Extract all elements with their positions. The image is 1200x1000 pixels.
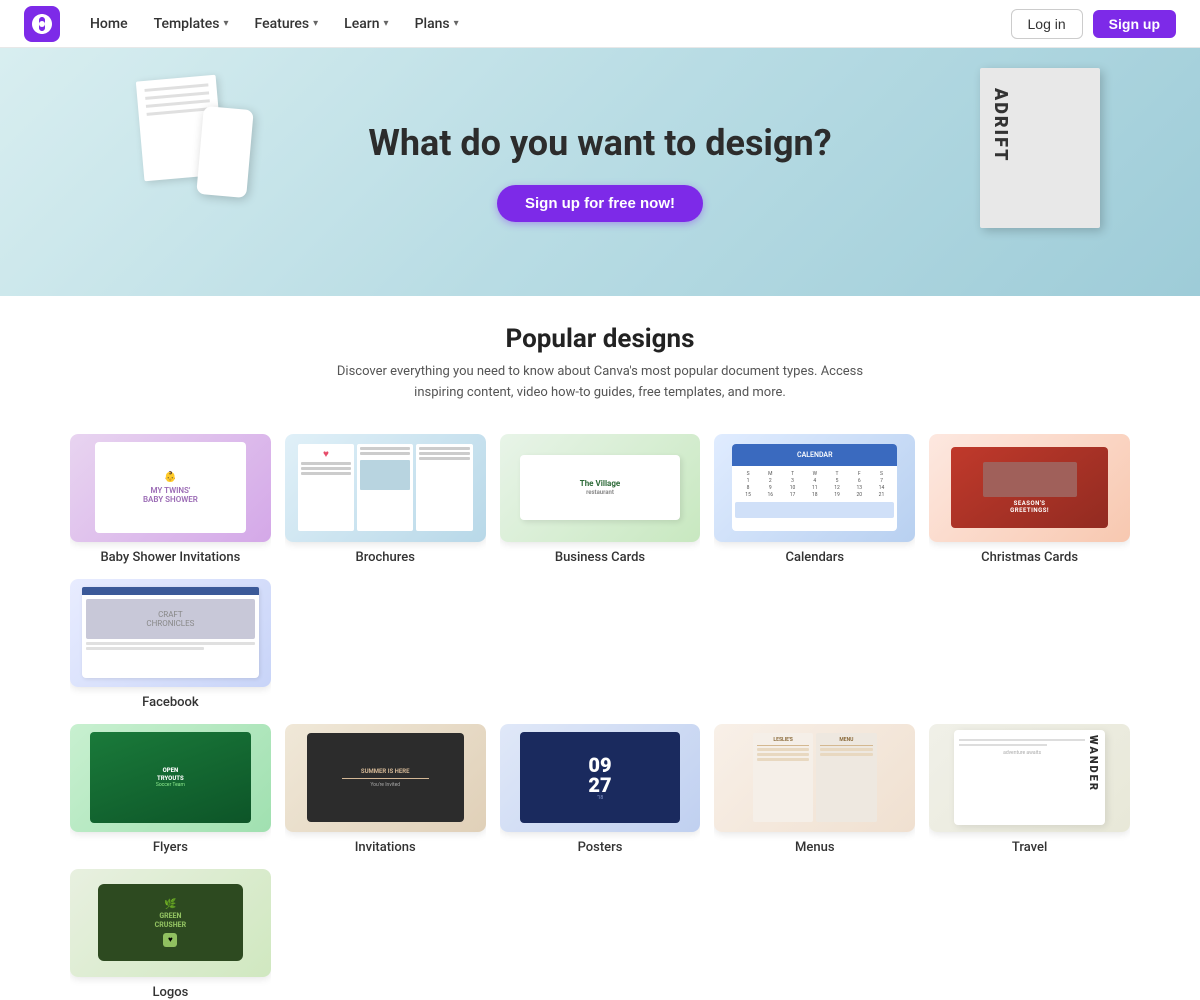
signup-button[interactable]: Sign up: [1093, 10, 1176, 38]
card-thumb-facebook: CRAFTCHRONICLES: [70, 579, 271, 687]
nav-plans[interactable]: Plans ▾: [405, 10, 469, 38]
chevron-down-icon: ▾: [224, 18, 229, 29]
card-facebook[interactable]: CRAFTCHRONICLES Facebook: [70, 579, 271, 710]
canva-logo[interactable]: [24, 6, 60, 42]
hero-cta-button[interactable]: Sign up for free now!: [497, 185, 703, 222]
card-label-invitations: Invitations: [285, 840, 486, 855]
nav-actions: Log in Sign up: [1011, 9, 1176, 39]
card-thumb-travel: adventure awaits WANDER: [929, 724, 1130, 832]
card-label-business-cards: Business Cards: [500, 550, 701, 565]
card-menus[interactable]: LESLIE'S MENU Menus: [714, 724, 915, 855]
card-label-baby-shower: Baby Shower Invitations: [70, 550, 271, 565]
card-label-posters: Posters: [500, 840, 701, 855]
card-business-cards[interactable]: The Village restaurant Business Cards: [500, 434, 701, 565]
popular-title: Popular designs: [70, 324, 1130, 354]
nav-features[interactable]: Features ▾: [245, 10, 329, 38]
card-invitations[interactable]: SUMMER IS HERE You're Invited Invitation…: [285, 724, 486, 855]
card-thumb-invitations: SUMMER IS HERE You're Invited: [285, 724, 486, 832]
card-christmas-cards[interactable]: SEASON'SGREETINGS! Christmas Cards: [929, 434, 1130, 565]
hero-book-deco: [980, 68, 1100, 228]
hero-phone-deco: [196, 106, 253, 198]
card-thumb-brochures: ♥: [285, 434, 486, 542]
card-thumb-calendars: CALENDAR SMTWTFS 1234567 891011121314 15…: [714, 434, 915, 542]
login-button[interactable]: Log in: [1011, 9, 1083, 39]
card-logos[interactable]: 🌿 GREENCRUSHER ♥ Logos: [70, 869, 271, 1000]
card-thumb-christmas-cards: SEASON'SGREETINGS!: [929, 434, 1130, 542]
card-brochures[interactable]: ♥ Brochures: [285, 434, 486, 565]
chevron-down-icon: ▾: [313, 18, 318, 29]
nav-home[interactable]: Home: [80, 10, 138, 38]
card-thumb-menus: LESLIE'S MENU: [714, 724, 915, 832]
card-posters[interactable]: 0927 '18 Posters: [500, 724, 701, 855]
card-label-brochures: Brochures: [285, 550, 486, 565]
card-label-calendars: Calendars: [714, 550, 915, 565]
card-thumb-baby-shower: 👶 MY TWINS' BABY SHOWER: [70, 434, 271, 542]
card-thumb-logos: 🌿 GREENCRUSHER ♥: [70, 869, 271, 977]
nav-templates[interactable]: Templates ▾: [144, 10, 239, 38]
card-label-travel: Travel: [929, 840, 1130, 855]
card-thumb-posters: 0927 '18: [500, 724, 701, 832]
card-calendars[interactable]: CALENDAR SMTWTFS 1234567 891011121314 15…: [714, 434, 915, 565]
cards-grid-row1: 👶 MY TWINS' BABY SHOWER Baby Shower Invi…: [0, 434, 1200, 710]
hero-section: What do you want to design? Sign up for …: [0, 48, 1200, 296]
card-thumb-business-cards: The Village restaurant: [500, 434, 701, 542]
card-flyers[interactable]: OPENTRYOUTS Soccer Team Flyers: [70, 724, 271, 855]
card-label-christmas-cards: Christmas Cards: [929, 550, 1130, 565]
card-label-flyers: Flyers: [70, 840, 271, 855]
card-baby-shower[interactable]: 👶 MY TWINS' BABY SHOWER Baby Shower Invi…: [70, 434, 271, 565]
nav-links: Home Templates ▾ Features ▾ Learn ▾ Plan…: [80, 10, 1011, 38]
nav-learn[interactable]: Learn ▾: [334, 10, 398, 38]
card-thumb-flyers: OPENTRYOUTS Soccer Team: [70, 724, 271, 832]
hero-title: What do you want to design?: [368, 122, 831, 165]
card-label-logos: Logos: [70, 985, 271, 1000]
popular-description: Discover everything you need to know abo…: [320, 362, 880, 404]
chevron-down-icon: ▾: [454, 18, 459, 29]
navigation: Home Templates ▾ Features ▾ Learn ▾ Plan…: [0, 0, 1200, 48]
card-label-facebook: Facebook: [70, 695, 271, 710]
card-travel[interactable]: adventure awaits WANDER Travel: [929, 724, 1130, 855]
popular-section: Popular designs Discover everything you …: [0, 296, 1200, 434]
chevron-down-icon: ▾: [384, 18, 389, 29]
hero-content: What do you want to design? Sign up for …: [368, 122, 831, 222]
card-label-menus: Menus: [714, 840, 915, 855]
cards-grid-row2: OPENTRYOUTS Soccer Team Flyers SUMMER IS…: [0, 724, 1200, 1000]
